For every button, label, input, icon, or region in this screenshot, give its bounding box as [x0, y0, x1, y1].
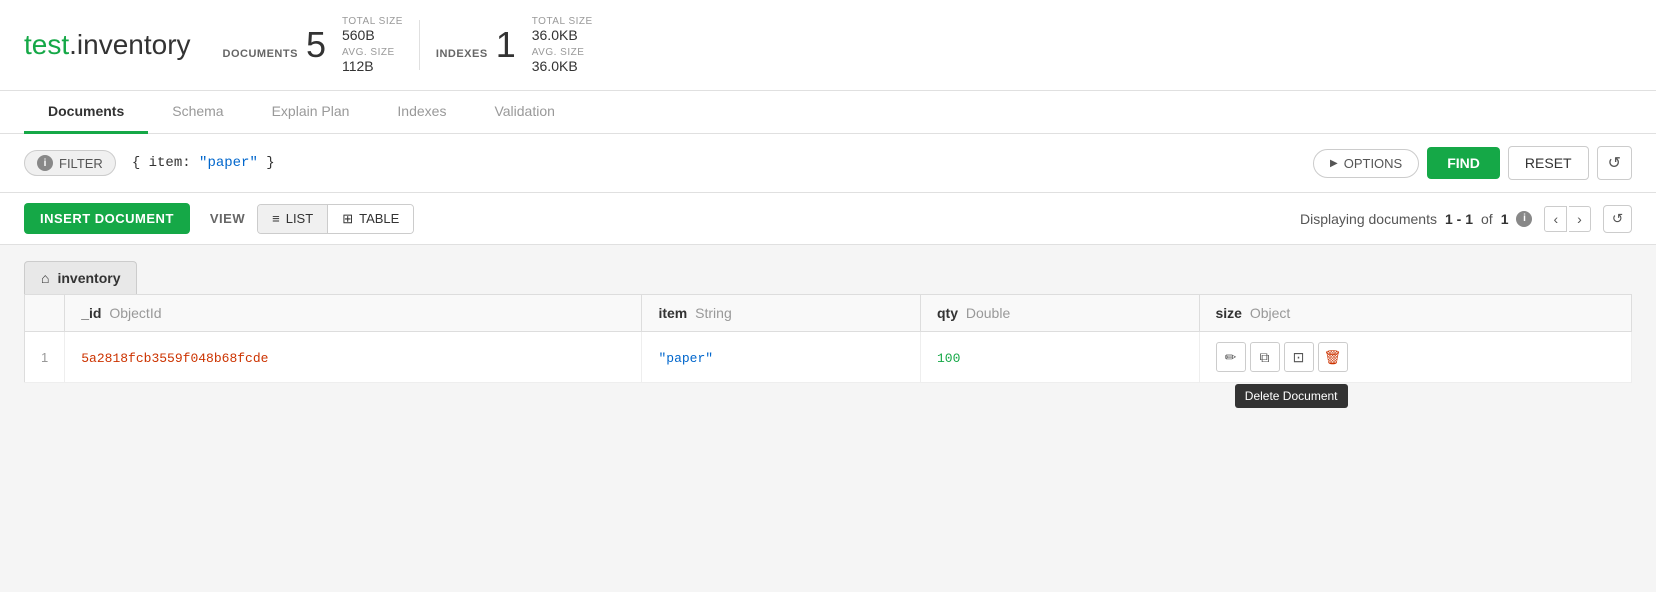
next-page-button[interactable]: ›	[1569, 206, 1591, 232]
view-label: VIEW	[210, 211, 245, 226]
home-icon: ⌂	[41, 270, 49, 286]
clone-icon: ⊡	[1293, 349, 1305, 366]
copy-icon: ⧉	[1260, 349, 1270, 366]
prev-page-button[interactable]: ‹	[1544, 206, 1567, 232]
row-qty-cell: 100	[920, 332, 1199, 383]
display-total: 1	[1501, 211, 1509, 227]
display-info-icon: i	[1516, 211, 1532, 227]
options-button[interactable]: ▶ OPTIONS	[1313, 149, 1419, 178]
indexes-avg-size-label: AVG. SIZE	[532, 47, 593, 58]
filter-info-icon: i	[37, 155, 53, 171]
data-table: _id ObjectId item String qty Double size…	[24, 294, 1632, 383]
list-label: LIST	[286, 211, 313, 226]
col-qty: qty Double	[920, 295, 1199, 332]
row-item-cell: "paper"	[642, 332, 921, 383]
next-icon: ›	[1577, 211, 1582, 227]
pagination-nav: ‹ ›	[1544, 206, 1590, 232]
indexes-avg-size: 36.0KB	[532, 58, 593, 74]
options-triangle-icon: ▶	[1330, 158, 1338, 169]
table-header-row: _id ObjectId item String qty Double size…	[25, 295, 1632, 332]
stats-container: DOCUMENTS 5 TOTAL SIZE 560B AVG. SIZE 11…	[223, 16, 593, 74]
prev-icon: ‹	[1553, 211, 1558, 227]
indexes-total-size: 36.0KB	[532, 27, 593, 43]
collection-title: test.inventory	[24, 29, 191, 61]
col-item: item String	[642, 295, 921, 332]
doc-display: Displaying documents 1 - 1 of 1 i	[1300, 211, 1532, 227]
pencil-icon: ✏	[1225, 349, 1237, 366]
row-size-cell: ✏ ⧉ ⊡ 🗑 D	[1199, 332, 1632, 383]
table-row: 1 5a2818fcb3559f048b68fcde "paper" 100	[25, 332, 1632, 383]
row-id-cell: 5a2818fcb3559f048b68fcde	[65, 332, 642, 383]
refresh-icon: ↺	[1608, 155, 1621, 172]
col-row-num	[25, 295, 65, 332]
avg-size-docs: 112B	[342, 58, 403, 74]
docs-sub-stats: TOTAL SIZE 560B AVG. SIZE 112B	[342, 16, 403, 74]
display-range: 1 - 1	[1445, 211, 1473, 227]
tab-indexes[interactable]: Indexes	[373, 91, 470, 134]
filter-label: FILTER	[59, 156, 103, 171]
filter-input[interactable]: { item: "paper" }	[124, 151, 1305, 175]
insert-document-button[interactable]: INSERT DOCUMENT	[24, 203, 190, 234]
object-id-link[interactable]: 5a2818fcb3559f048b68fcde	[81, 351, 268, 366]
clone-document-button[interactable]: ⊡	[1284, 342, 1314, 372]
total-size-docs: 560B	[342, 27, 403, 43]
indexes-label: INDEXES	[436, 48, 488, 60]
list-view-button[interactable]: ≡ LIST	[258, 205, 328, 233]
indexes-count: 1	[496, 24, 516, 66]
row-num-cell: 1	[25, 332, 65, 383]
indexes-sub-stats: TOTAL SIZE 36.0KB AVG. SIZE 36.0KB	[532, 16, 593, 74]
tab-explain-plan[interactable]: Explain Plan	[248, 91, 374, 134]
col-size: size Object	[1199, 295, 1632, 332]
row-actions: ✏ ⧉ ⊡ 🗑 D	[1216, 342, 1616, 372]
col-id: _id ObjectId	[65, 295, 642, 332]
refresh-docs-icon: ↺	[1612, 211, 1623, 226]
find-button[interactable]: FIND	[1427, 147, 1500, 179]
filter-toolbar: i FILTER { item: "paper" } ▶ OPTIONS FIN…	[0, 134, 1656, 193]
tab-schema[interactable]: Schema	[148, 91, 247, 134]
collection-container: ⌂ inventory _id ObjectId item String qty	[0, 245, 1656, 592]
indexes-total-size-label: TOTAL SIZE	[532, 16, 593, 27]
refresh-button[interactable]: ↺	[1597, 146, 1632, 180]
collection-name: inventory	[57, 270, 120, 286]
refresh-docs-button[interactable]: ↺	[1603, 205, 1632, 233]
stats-divider	[419, 20, 420, 70]
edit-document-button[interactable]: ✏	[1216, 342, 1246, 372]
list-icon: ≡	[272, 211, 280, 226]
filter-badge[interactable]: i FILTER	[24, 150, 116, 176]
delete-icon: 🗑	[1324, 349, 1342, 366]
reset-button[interactable]: RESET	[1508, 146, 1589, 180]
coll-name: inventory	[77, 29, 191, 60]
docs-stats: DOCUMENTS 5 TOTAL SIZE 560B AVG. SIZE 11…	[223, 16, 403, 74]
delete-tooltip: Delete Document	[1235, 384, 1348, 408]
action-bar: INSERT DOCUMENT VIEW ≡ LIST ⊞ TABLE Disp…	[0, 193, 1656, 245]
table-view-button[interactable]: ⊞ TABLE	[328, 205, 413, 233]
delete-document-button[interactable]: 🗑	[1318, 342, 1348, 372]
avg-size-label: AVG. SIZE	[342, 47, 403, 58]
tab-validation[interactable]: Validation	[470, 91, 578, 134]
delete-tooltip-container: 🗑 Delete Document	[1318, 342, 1348, 372]
view-toggle: ≡ LIST ⊞ TABLE	[257, 204, 414, 234]
tab-documents[interactable]: Documents	[24, 91, 148, 134]
tabs-bar: Documents Schema Explain Plan Indexes Va…	[0, 91, 1656, 134]
options-label: OPTIONS	[1344, 156, 1403, 171]
db-name: test	[24, 29, 69, 60]
documents-label: DOCUMENTS	[223, 48, 298, 60]
indexes-stats: INDEXES 1 TOTAL SIZE 36.0KB AVG. SIZE 36…	[436, 16, 593, 74]
total-size-label: TOTAL SIZE	[342, 16, 403, 27]
collection-header: ⌂ inventory	[24, 261, 137, 294]
table-icon: ⊞	[342, 211, 353, 227]
display-text-pre: Displaying documents	[1300, 211, 1437, 227]
header: test.inventory DOCUMENTS 5 TOTAL SIZE 56…	[0, 0, 1656, 91]
table-label: TABLE	[359, 211, 399, 226]
documents-count: 5	[306, 24, 326, 66]
copy-document-button[interactable]: ⧉	[1250, 342, 1280, 372]
